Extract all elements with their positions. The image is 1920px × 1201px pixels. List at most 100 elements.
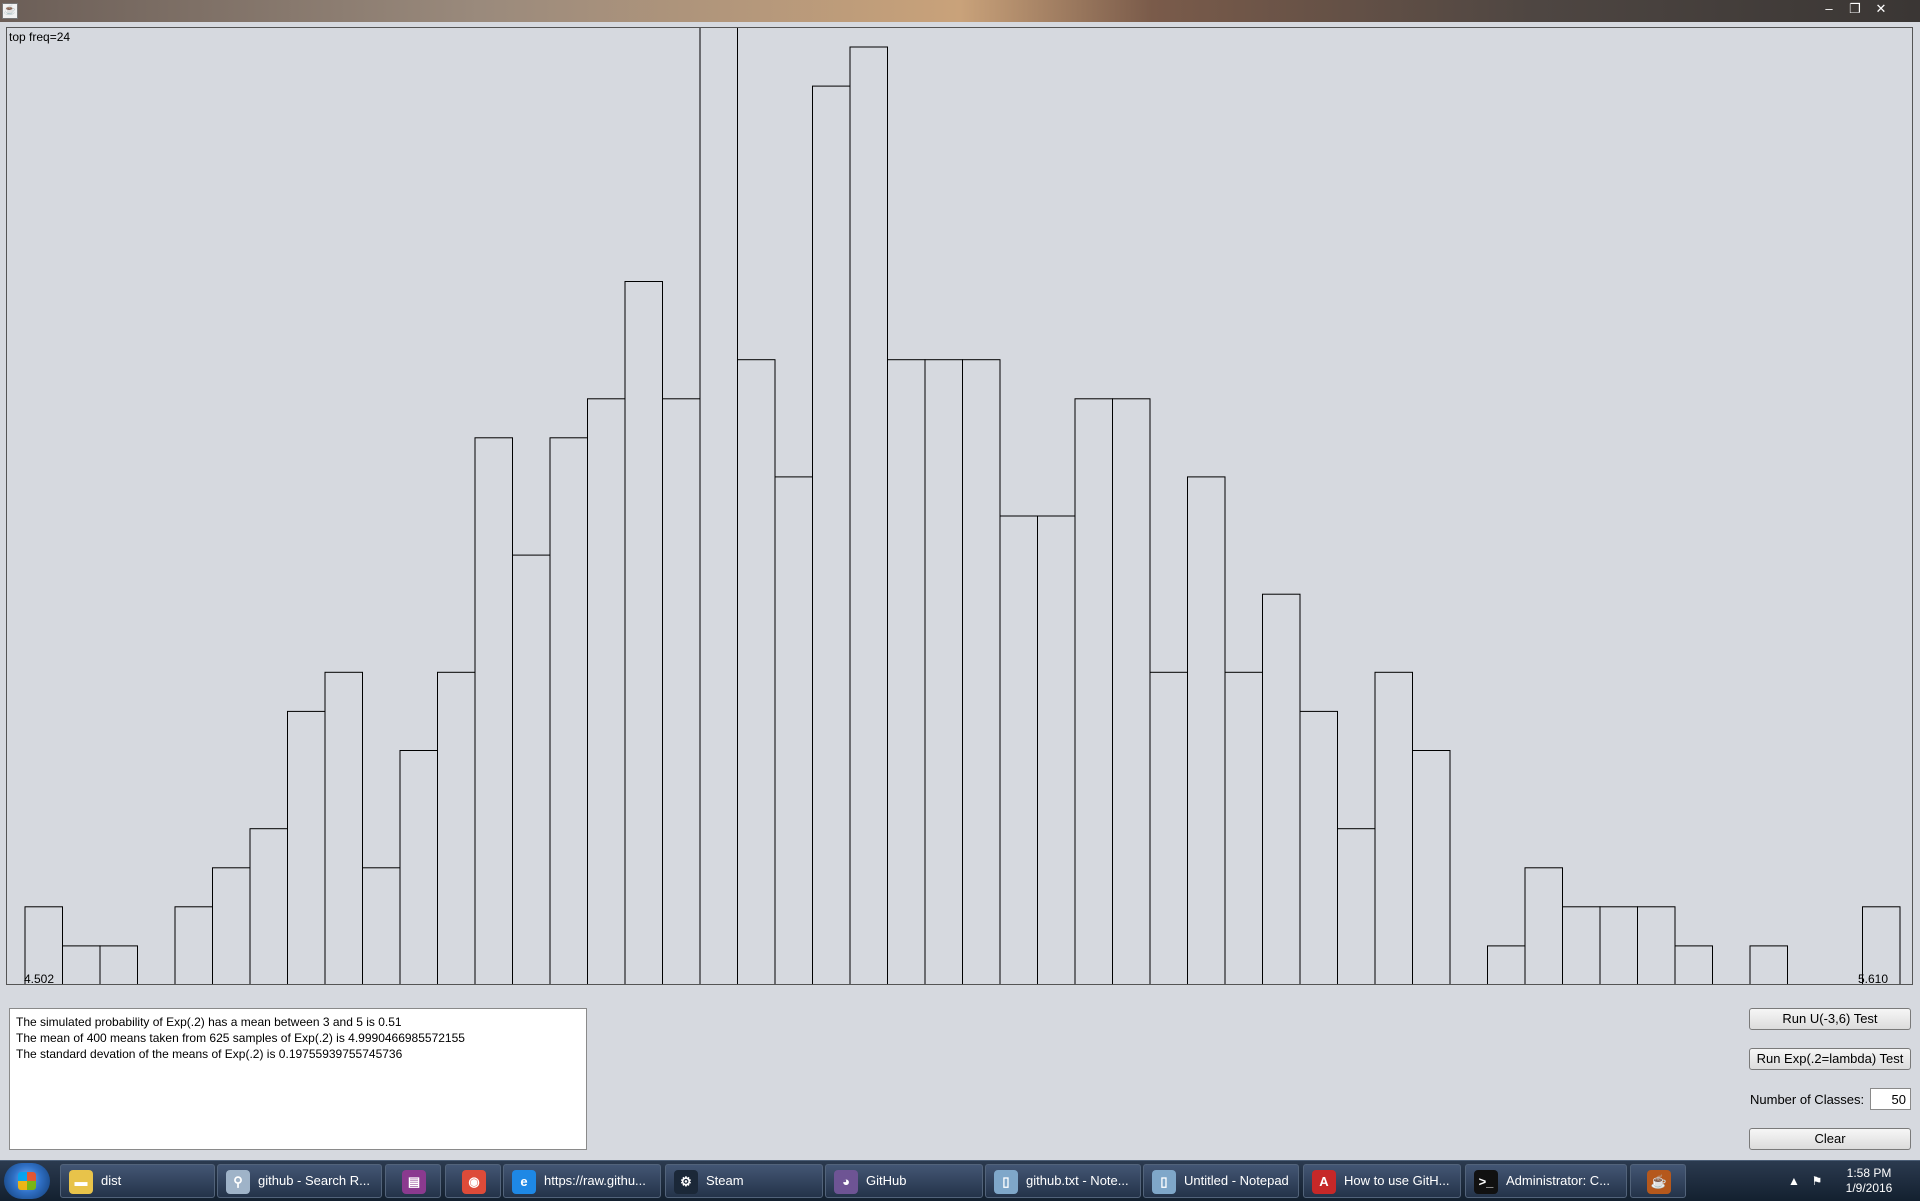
taskbar-button[interactable]: ▯ github.txt - Note...: [985, 1164, 1141, 1198]
histogram-bar: [1037, 515, 1076, 984]
histogram-bar: [1149, 671, 1188, 984]
histogram-bar: [1374, 671, 1413, 984]
histogram-bar: [212, 867, 251, 984]
action-center-flag-icon[interactable]: ⚑: [1808, 1161, 1826, 1201]
taskbar-button-label: github - Search R...: [258, 1173, 370, 1188]
histogram-bar: [699, 28, 738, 984]
clock[interactable]: 1:58 PM 1/9/2016: [1834, 1161, 1904, 1201]
taskbar-button[interactable]: e https://raw.githu...: [503, 1164, 661, 1198]
histogram-bar: [849, 46, 888, 984]
histogram-bar: [1524, 867, 1563, 984]
taskbar-button[interactable]: ▤: [385, 1164, 441, 1198]
close-button[interactable]: ✕: [1868, 0, 1894, 17]
ie-icon: e: [512, 1170, 536, 1194]
taskbar-button[interactable]: ⚙ Steam: [665, 1164, 823, 1198]
notepad-icon: ▯: [1152, 1170, 1176, 1194]
histogram-bar: [1674, 945, 1713, 984]
histogram-bar: [512, 554, 551, 984]
histogram-bar: [99, 945, 138, 984]
notepad-icon: ▯: [994, 1170, 1018, 1194]
histogram-bar: [662, 398, 701, 984]
histogram-bar: [774, 476, 813, 984]
histogram-bar: [1562, 906, 1601, 984]
taskbar-button-label: GitHub: [866, 1173, 907, 1188]
number-of-classes-input[interactable]: [1870, 1088, 1911, 1110]
chrome-icon: ◉: [462, 1170, 486, 1194]
histogram-bar: [812, 85, 851, 984]
histogram-bar: [1224, 671, 1263, 984]
taskbar-button[interactable]: ⚲ github - Search R...: [217, 1164, 382, 1198]
show-hidden-icons-icon[interactable]: ▲: [1786, 1161, 1802, 1201]
taskbar-button-label: dist: [101, 1173, 122, 1188]
steam-icon: ⚙: [674, 1170, 698, 1194]
histogram-bar: [174, 906, 213, 984]
histogram-bar: [1299, 710, 1338, 984]
clock-date: 1/9/2016: [1845, 1181, 1893, 1195]
clock-time: 1:58 PM: [1846, 1166, 1892, 1180]
run-exp-test-button[interactable]: Run Exp(.2=lambda) Test: [1749, 1048, 1911, 1070]
histogram-panel: top freq=24 4.502 5.610: [6, 27, 1913, 986]
run-uniform-test-button[interactable]: Run U(-3,6) Test: [1749, 1008, 1911, 1030]
histogram-bar: [399, 750, 438, 984]
histogram-bar: [587, 398, 626, 984]
histogram-bar: [624, 281, 663, 984]
folder-icon: ▬: [69, 1170, 93, 1194]
histogram-bar: [924, 359, 963, 984]
result-line: The simulated probability of Exp(.2) has…: [16, 1015, 402, 1029]
taskbar-button[interactable]: ☕: [1630, 1164, 1686, 1198]
taskbar-button-label: How to use GitH...: [1344, 1173, 1450, 1188]
histogram-bar: [887, 359, 926, 984]
histogram-bar: [1187, 476, 1226, 984]
histogram-bar: [999, 515, 1038, 984]
taskbar-button-label: Steam: [706, 1173, 744, 1188]
histogram-bar: [1262, 593, 1301, 984]
histogram-bar: [1749, 945, 1788, 984]
histogram-bar: [1599, 906, 1638, 984]
result-line: The standard devation of the means of Ex…: [16, 1047, 403, 1061]
taskbar: ▬ dist ⚲ github - Search R... ▤ ◉ e https://raw…: [0, 1160, 1920, 1201]
taskbar-button[interactable]: ◉: [445, 1164, 501, 1198]
histogram-bar: [437, 671, 476, 984]
taskbar-button-label: Administrator: C...: [1506, 1173, 1611, 1188]
result-line: The mean of 400 means taken from 625 sam…: [16, 1031, 465, 1045]
histogram-bar: [962, 359, 1001, 984]
top-freq-label: top freq=24: [9, 30, 71, 44]
window-title-bar: ☕ – ❐ ✕: [0, 0, 1920, 22]
histogram-bar: [249, 828, 288, 984]
histogram-bar: [62, 945, 101, 984]
clear-button[interactable]: Clear: [1749, 1128, 1911, 1150]
taskbar-button[interactable]: A How to use GitH...: [1303, 1164, 1461, 1198]
histogram-bar: [1412, 750, 1451, 984]
java-icon: ☕: [1647, 1170, 1671, 1194]
histogram-bar: [324, 671, 363, 984]
taskbar-button-label: github.txt - Note...: [1026, 1173, 1129, 1188]
windows-logo-icon: [18, 1172, 36, 1190]
start-button[interactable]: [4, 1163, 50, 1199]
histogram-bar: [1487, 945, 1526, 984]
search-icon: ⚲: [226, 1170, 250, 1194]
histogram-bar: [1112, 398, 1151, 984]
pdf-icon: A: [1312, 1170, 1336, 1194]
histogram-bar: [1637, 906, 1676, 984]
taskbar-button[interactable]: ▯ Untitled - Notepad: [1143, 1164, 1299, 1198]
x-min-label: 4.502: [24, 972, 55, 986]
cmd-icon: >_: [1474, 1170, 1498, 1194]
histogram-bar: [737, 359, 776, 984]
java-app-icon: ☕: [2, 3, 18, 19]
histogram-chart: [24, 28, 1901, 984]
taskbar-button-label: Untitled - Notepad: [1184, 1173, 1289, 1188]
taskbar-button-label: https://raw.githu...: [544, 1173, 646, 1188]
histogram-bar: [1337, 828, 1376, 984]
winrar-icon: ▤: [402, 1170, 426, 1194]
results-text-area[interactable]: The simulated probability of Exp(.2) has…: [9, 1008, 587, 1150]
number-of-classes-label: Number of Classes:: [1750, 1092, 1865, 1107]
minimize-button[interactable]: –: [1816, 0, 1842, 17]
histogram-bar: [362, 867, 401, 984]
x-max-label: 5.610: [1858, 972, 1889, 986]
restore-button[interactable]: ❐: [1842, 0, 1868, 17]
github-icon: ◕: [834, 1170, 858, 1194]
taskbar-button[interactable]: ◕ GitHub: [825, 1164, 983, 1198]
taskbar-button[interactable]: ▬ dist: [60, 1164, 215, 1198]
taskbar-button[interactable]: >_ Administrator: C...: [1465, 1164, 1627, 1198]
histogram-bar: [1074, 398, 1113, 984]
